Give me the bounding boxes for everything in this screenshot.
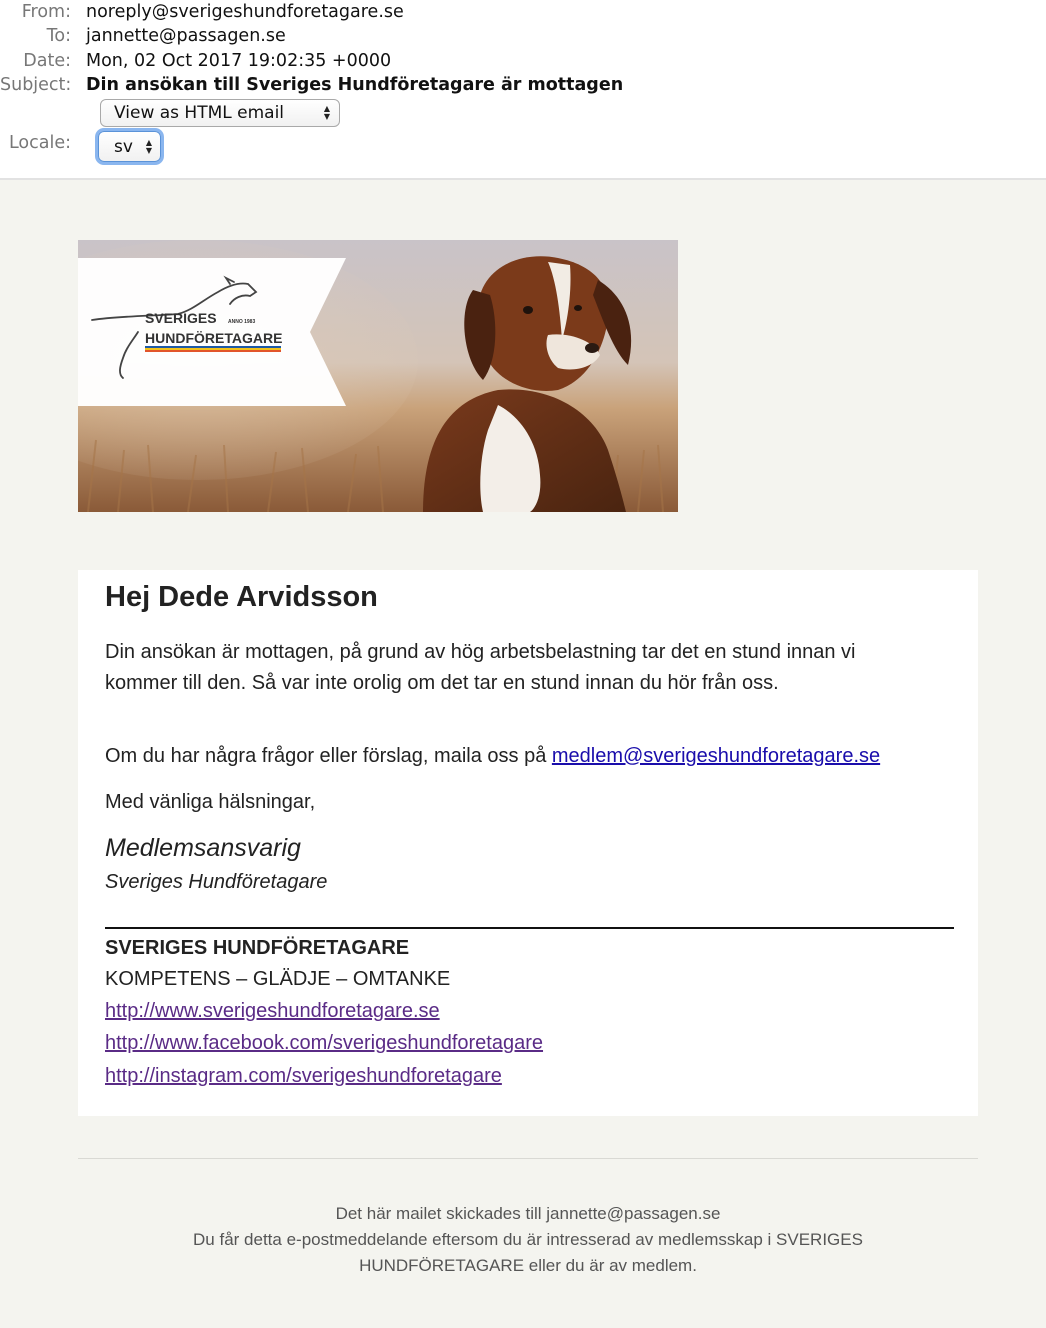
- message-card: Hej Dede Arvidsson Din ansökan är mottag…: [78, 570, 978, 1116]
- questions-paragraph: Om du har några frågor eller förslag, ma…: [105, 741, 880, 772]
- to-value: jannette@passagen.se: [86, 26, 286, 46]
- from-label: From:: [21, 2, 71, 22]
- locale-row: Locale:: [0, 131, 86, 155]
- org-motto: KOMPETENS – GLÄDJE – OMTANKE: [105, 968, 451, 990]
- questions-text: Om du har några frågor eller förslag, ma…: [105, 745, 552, 767]
- view-mode-select[interactable]: View as HTML email ▲ ▼: [100, 99, 340, 127]
- logo-line2: HUNDFÖRETAGARE: [145, 330, 282, 346]
- closing-text: Med vänliga hälsningar,: [105, 791, 316, 813]
- body-paragraph: Din ansökan är mottagen, på grund av hög…: [105, 641, 856, 694]
- instagram-link[interactable]: http://instagram.com/sverigeshundforetag…: [105, 1065, 502, 1088]
- logo-stripe-red: [145, 350, 281, 352]
- select-arrows-icon: ▲ ▼: [323, 104, 330, 121]
- subject-row: Subject: Din ansökan till Sveriges Hundf…: [0, 73, 623, 97]
- footer-divider: [78, 1158, 978, 1159]
- locale-select[interactable]: sv ▲ ▼: [98, 131, 161, 162]
- org-name: SVERIGES HUNDFÖRETAGARE: [105, 937, 410, 959]
- email-header: From: noreply@sverigeshundforetagare.se …: [0, 0, 1046, 180]
- to-row: To: jannette@passagen.se: [0, 24, 286, 48]
- locale-label: Locale:: [8, 133, 71, 153]
- greeting-heading: Hej Dede Arvidsson: [105, 581, 378, 613]
- select-arrows-icon: ▲ ▼: [145, 137, 152, 155]
- dog-photo: SVERIGES ANNO 1983 HUNDFÖRETAGARE: [78, 240, 678, 512]
- facebook-link[interactable]: http://www.facebook.com/sverigeshundfore…: [105, 1032, 543, 1055]
- subject-label: Subject:: [0, 75, 72, 95]
- signature-org: Sveriges Hundföretagare: [105, 871, 328, 893]
- subject-value: Din ansökan till Sveriges Hundföretagare…: [86, 75, 624, 95]
- view-mode-value: View as HTML email: [114, 103, 285, 123]
- logo-anno: ANNO 1983: [228, 319, 255, 325]
- date-label: Date:: [23, 51, 71, 71]
- contact-email-link[interactable]: medlem@sverigeshundforetagare.se: [552, 745, 880, 767]
- date-value: Mon, 02 Oct 2017 19:02:35 +0000: [86, 51, 392, 71]
- from-value: noreply@sverigeshundforetagare.se: [86, 2, 404, 22]
- website-link[interactable]: http://www.sverigeshundforetagare.se: [105, 1000, 440, 1023]
- locale-value: sv: [114, 136, 133, 157]
- from-row: From: noreply@sverigeshundforetagare.se: [0, 0, 404, 24]
- to-label: To:: [46, 26, 71, 46]
- date-row: Date: Mon, 02 Oct 2017 19:02:35 +0000: [0, 49, 391, 73]
- footer-reason: Du får detta e-postmeddelande eftersom d…: [193, 1230, 863, 1275]
- email-body: SVERIGES ANNO 1983 HUNDFÖRETAGARE Hej De…: [0, 180, 1046, 1328]
- logo-stripe-yellow: [145, 348, 281, 350]
- header-banner-image: SVERIGES ANNO 1983 HUNDFÖRETAGARE: [78, 240, 678, 512]
- logo-stripe-blue: [145, 346, 281, 348]
- footer-sent-to: Det här mailet skickades till jannette@p…: [335, 1204, 721, 1223]
- logo-line1: SVERIGES: [145, 310, 217, 326]
- signature-role: Medlemsansvarig: [105, 834, 301, 862]
- signature-divider: [105, 927, 954, 929]
